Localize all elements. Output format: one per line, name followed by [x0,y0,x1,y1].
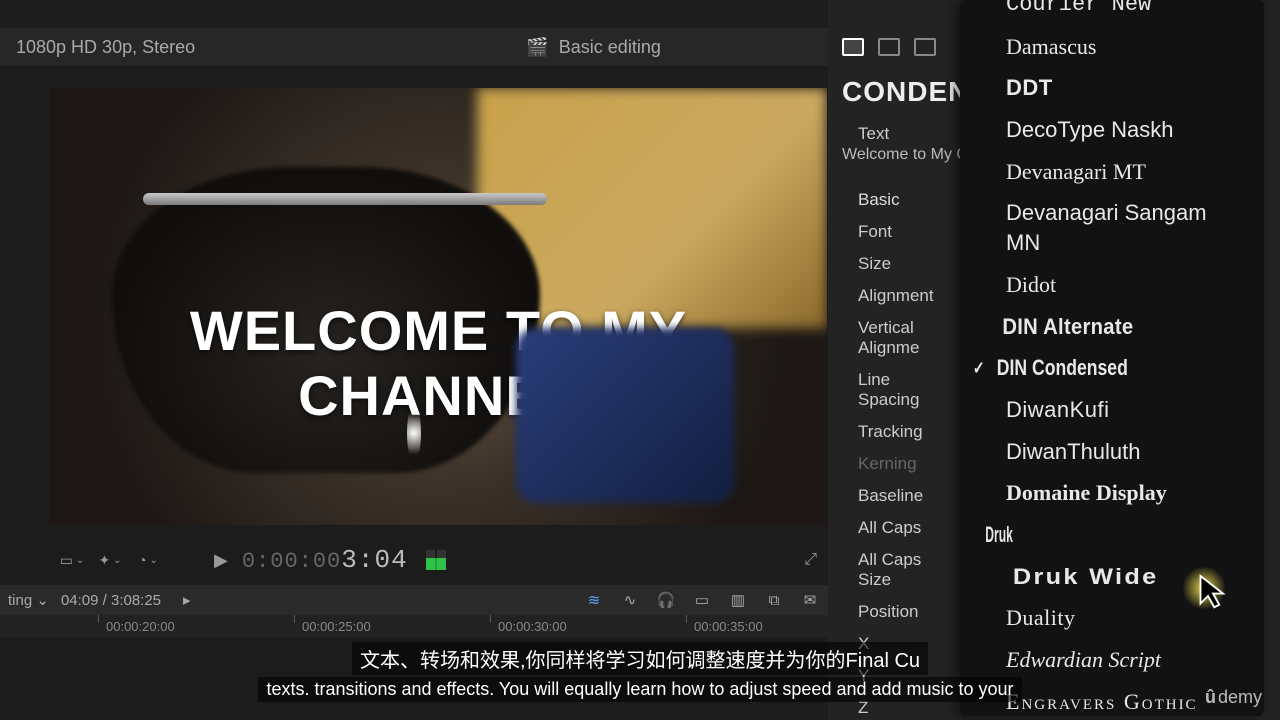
fullscreen-icon[interactable]: ⤢ [804,551,817,569]
ruler-tick: 00:00:35:00 [694,619,763,634]
prop-allcaps-size[interactable]: All Caps Size [828,544,960,596]
font-option-label: DIN Alternate [1002,312,1133,342]
insp-tab-text-icon[interactable] [842,38,864,56]
prop-line-spacing[interactable]: Line Spacing [828,364,960,416]
font-option-label: Edwardian Script [1006,645,1161,675]
project-name: Basic editing [559,37,661,58]
skimming-icon[interactable]: ≋ [582,591,606,609]
font-option-label: Domaine Display [1006,478,1167,508]
prop-position[interactable]: Position [828,596,960,628]
prop-font[interactable]: Font [828,216,960,248]
font-option[interactable]: Domaine Display [960,472,1264,514]
font-option-label: Devanagari Sangam MN [1006,198,1242,257]
prop-alignment[interactable]: Alignment [828,280,960,312]
check-icon: ✓ [973,356,985,380]
font-option[interactable]: Druk Wide [960,556,1264,598]
retime-tool[interactable]: ◔⌄ [136,548,160,572]
prop-y[interactable]: Y [828,660,960,692]
ruler-tick: 00:00:20:00 [106,619,175,634]
font-option-label: Damascus [1006,32,1096,62]
font-option-label: DDT [1006,73,1053,103]
prop-tracking[interactable]: Tracking [828,416,960,448]
font-option[interactable]: Duality [960,597,1264,639]
snap-icon[interactable]: ▭ [690,591,714,609]
title-overlay[interactable]: WELCOME TO MY CHANNEL [50,298,827,428]
inspector-panel: CONDENSED Text Welcome to My Cha Basic F… [828,0,1280,720]
font-dropdown-list[interactable]: Courier New Damascus DDT DecoType Naskh Deva… [960,0,1264,716]
font-option-label: Courier New [1006,0,1151,20]
audio-skim-icon[interactable]: ∿ [618,591,642,609]
timeline-nav-icon[interactable]: ▸ [183,591,191,609]
font-option-label: Didot [1006,270,1056,300]
font-option-label: DiwanThuluth [1006,437,1141,467]
timeline-position: 04:09 / 3:08:25 [61,592,161,609]
font-option[interactable]: DiwanKufi [960,389,1264,431]
timeline-mode-dropdown[interactable]: ting ⌄ [8,591,49,609]
provider-logo: demy [1205,687,1262,708]
font-option[interactable]: Devanagari Sangam MN [960,192,1264,263]
font-option-label: DiwanKufi [1006,395,1110,425]
format-label: 1080p HD 30p, Stereo [16,37,195,58]
prop-baseline[interactable]: Baseline [828,480,960,512]
font-option-label: Druk [985,520,1013,550]
font-option-label: Duality [1006,603,1076,633]
video-frame-decor [143,193,547,205]
font-option[interactable]: DDT [960,67,1264,109]
font-option-label: Engravers Gothic [1006,687,1198,716]
timeline-ruler[interactable]: 00:00:20:00 00:00:25:00 00:00:30:00 00:0… [0,615,860,637]
font-option-label: Druk Wide [1013,562,1159,592]
font-option-label: DecoType Naskh [1006,115,1174,145]
audio-meters [426,550,446,570]
font-option[interactable]: Edwardian Script [960,639,1264,681]
tl-icon-a[interactable]: ⧉ [762,592,786,609]
prop-group: Basic [828,184,960,216]
font-option[interactable]: DIN Alternate [960,306,1240,348]
ruler-tick: 00:00:30:00 [498,619,567,634]
index-icon[interactable]: ▥ [726,591,750,609]
font-option[interactable]: DecoType Naskh [960,109,1264,151]
prop-z[interactable]: Z [828,692,960,720]
inspector-body: Text Welcome to My Cha Basic Font Size A… [828,118,960,720]
font-option[interactable]: Druk [960,514,1127,556]
insp-tab-info-icon[interactable] [914,38,936,56]
font-option-label: DIN Condensed [997,353,1128,383]
font-option[interactable]: Didot [960,264,1264,306]
prop-kerning: Kerning [828,448,960,480]
transform-tool[interactable]: ▭⌄ [60,548,84,572]
ruler-tick: 00:00:25:00 [302,619,371,634]
prop-vertical-align[interactable]: Vertical Alignme [828,312,960,364]
enhance-tool[interactable]: ✦⌄ [98,548,122,572]
text-prop-value[interactable]: Welcome to My Cha [828,146,960,174]
viewer-transport-bar: ▭⌄ ✦⌄ ◔⌄ ▶ 0:00:003:04 ⤢ [50,540,827,580]
text-prop-label: Text [828,118,960,146]
font-option[interactable]: Courier New [960,0,1264,26]
timeline-header: ting ⌄ 04:09 / 3:08:25 ▸ ≋ ∿ 🎧 ▭ ▥ ⧉ ✉ [0,585,830,615]
prop-allcaps[interactable]: All Caps [828,512,960,544]
insp-tab-video-icon[interactable] [878,38,900,56]
viewer-canvas[interactable]: WELCOME TO MY CHANNEL [50,88,827,525]
play-button[interactable]: ▶ [214,550,228,571]
app-root: 1080p HD 30p, Stereo 🎬 Basic editing 72%… [0,0,1280,720]
solo-icon[interactable]: 🎧 [654,591,678,609]
font-option-label: Devanagari MT [1006,157,1146,187]
font-option[interactable]: Damascus [960,26,1264,68]
font-option[interactable]: ✓ DIN Condensed [960,347,1203,389]
tl-icon-b[interactable]: ✉ [798,591,822,609]
prop-size[interactable]: Size [828,248,960,280]
viewer-timecode[interactable]: 0:00:003:04 [242,545,408,575]
prop-x[interactable]: X [828,628,960,660]
clapper-icon: 🎬 [526,37,548,58]
font-option[interactable]: DiwanThuluth [960,431,1264,473]
font-option[interactable]: Devanagari MT [960,151,1264,193]
